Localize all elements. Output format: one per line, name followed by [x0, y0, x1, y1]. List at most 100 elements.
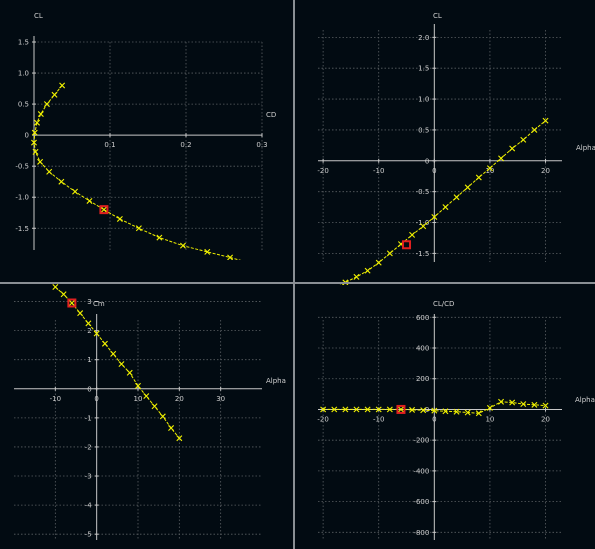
vertical-separator[interactable]	[293, 0, 295, 549]
data-point	[77, 310, 84, 317]
y-tick-label: 2	[87, 327, 91, 335]
y-tick-label: -0.5	[15, 163, 29, 171]
data-point	[126, 369, 133, 376]
y-tick-label: 1.5	[18, 39, 29, 47]
y-tick-label: 1.5	[418, 65, 429, 73]
series-cm-alpha	[52, 284, 183, 442]
data-point	[58, 178, 65, 185]
y-tick-label: 200	[416, 375, 429, 383]
x-tick-label: -10	[373, 167, 384, 175]
data-point	[375, 259, 382, 266]
data-point	[86, 197, 93, 204]
x-axis-label: Alpha	[575, 396, 595, 404]
chart-ld-alpha: -20 -10 0 10 206004002000-200-400-600-800CL/…	[317, 300, 595, 540]
y-axis-label: Cm	[93, 300, 105, 308]
y-tick-label: 0.5	[418, 126, 429, 134]
data-point	[135, 225, 142, 232]
data-point	[143, 393, 150, 400]
y-tick-label: -200	[413, 437, 429, 445]
x-tick-label: 0.1	[104, 141, 115, 149]
y-tick-label: -1.0	[15, 194, 29, 202]
data-point	[464, 184, 471, 191]
chart-stage: 0.1 0.2 0.31.51.00.50-0.5-1.0-1.5CLCD-20 -1…	[14, 12, 595, 540]
y-tick-label: 0	[425, 157, 429, 165]
series-line	[339, 120, 546, 285]
x-tick-label: 30	[216, 395, 225, 403]
data-point	[110, 350, 117, 357]
data-point	[151, 403, 158, 410]
series-polar	[31, 82, 255, 266]
data-point	[353, 273, 360, 280]
x-tick-label: 20	[175, 395, 184, 403]
y-tick-label: -5	[85, 531, 92, 539]
data-point	[520, 136, 527, 143]
series-line	[33, 85, 242, 260]
y-tick-label: 1	[87, 356, 91, 364]
y-tick-label: 1.0	[18, 70, 29, 78]
chart-polar: 0.1 0.2 0.3 1.5 1.0 0.5 0 -0.5 -1.0 -1.5 CL CD	[15, 12, 276, 266]
data-point	[118, 361, 125, 368]
x-tick-label: 20	[541, 415, 550, 423]
x-tick-label: 0.3	[256, 141, 267, 149]
y-tick-label: -800	[413, 529, 429, 537]
x-tick-label: -20	[317, 167, 328, 175]
data-point	[31, 129, 38, 136]
y-tick-label: 600	[416, 314, 429, 322]
data-point	[72, 188, 79, 195]
y-tick-label: -1.5	[15, 225, 29, 233]
x-tick-label: 10	[134, 395, 143, 403]
chart-cl-alpha: -20 -10 0 10 202.01.51.00.50-0.5-1.0-1.5CLAl…	[317, 12, 595, 291]
y-tick-label: -0.5	[416, 188, 430, 196]
data-point	[37, 158, 44, 165]
x-tick-label: 0.2	[180, 141, 191, 149]
horizontal-separator[interactable]	[0, 282, 595, 284]
x-tick-label: 10	[485, 415, 494, 423]
x-axis-label: CD	[266, 111, 276, 119]
data-point	[168, 425, 175, 432]
x-tick-label: 20	[541, 167, 550, 175]
y-tick-label: -2	[85, 443, 92, 451]
y-tick-label: 1.0	[418, 96, 429, 104]
data-point	[37, 111, 44, 118]
y-tick-label: 400	[416, 345, 429, 353]
y-tick-label: -1.5	[416, 250, 430, 258]
y-tick-label: -600	[413, 498, 429, 506]
data-point	[68, 300, 75, 306]
data-point	[101, 340, 108, 347]
data-point	[52, 284, 59, 290]
y-tick-label: 0	[25, 132, 29, 140]
x-axis-label: Alpha	[266, 377, 286, 385]
data-point	[332, 286, 337, 291]
x-tick-label: 0	[94, 395, 98, 403]
data-point	[116, 215, 123, 222]
y-tick-label: 3	[87, 298, 91, 306]
data-point	[509, 145, 516, 152]
x-tick-label: -10	[50, 395, 61, 403]
x-tick-label: -10	[373, 415, 384, 423]
y-tick-label: 0	[87, 385, 91, 393]
data-point	[156, 234, 163, 241]
data-point	[475, 174, 482, 181]
data-point	[159, 413, 166, 420]
y-tick-label: -4	[85, 502, 93, 510]
y-tick-label: 2.0	[418, 34, 429, 42]
data-point	[542, 402, 549, 409]
data-point	[100, 206, 107, 213]
data-point	[409, 231, 416, 238]
data-point	[46, 168, 53, 175]
data-point	[85, 320, 92, 327]
selected-point-marker	[402, 240, 412, 250]
series-line	[54, 286, 180, 439]
data-point	[59, 82, 66, 89]
series-cl-alpha	[332, 117, 549, 291]
x-axis-label: Alpha	[576, 144, 595, 152]
y-tick-label: 0.5	[18, 101, 29, 109]
data-point	[250, 261, 255, 266]
y-axis-label: CL	[433, 12, 442, 20]
x-tick-label: 0	[432, 167, 436, 175]
data-point	[453, 194, 460, 201]
data-point	[364, 267, 371, 274]
chart-cm-alpha: -10 0 10 20 303210-1-2-3-4-5CmAlpha	[14, 284, 286, 540]
y-tick-label: -400	[413, 467, 429, 475]
x-tick-label: 0	[432, 415, 436, 423]
